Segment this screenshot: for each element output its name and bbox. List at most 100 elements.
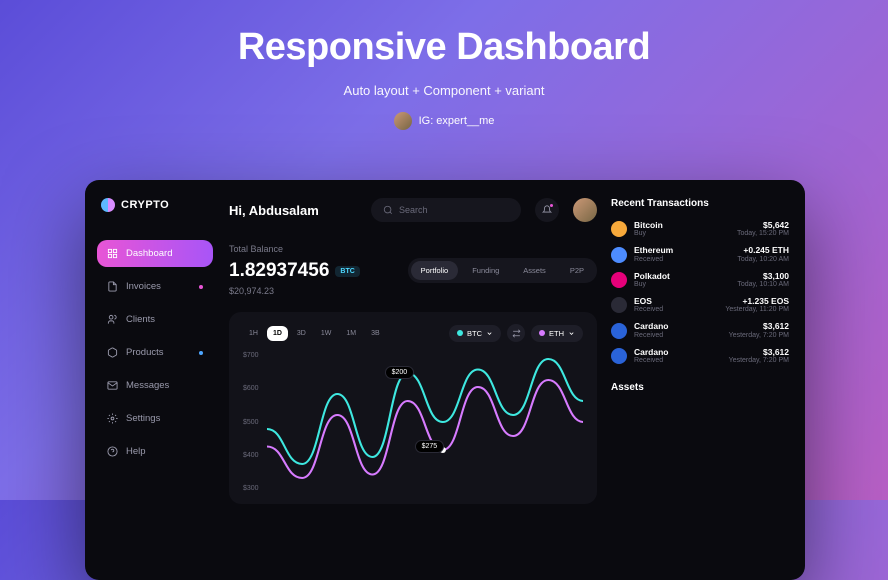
sidebar-item-label: Messages <box>126 380 169 391</box>
swap-icon <box>512 329 521 338</box>
sidebar-item-label: Invoices <box>126 281 161 292</box>
range-1w[interactable]: 1W <box>315 326 338 341</box>
tx-time: Today, 15:20 PM <box>737 230 789 237</box>
gear-icon <box>107 413 118 424</box>
balance-label: Total Balance <box>229 244 360 254</box>
tx-list: BitcoinBuy$5,642Today, 15:20 PMEthereumR… <box>611 221 789 364</box>
chart-card: 1H 1D 3D 1W 1M 3B BTC <box>229 312 597 504</box>
y-tick: $700 <box>243 352 259 359</box>
tx-sub: Received <box>634 306 718 313</box>
tx-amount: +0.245 ETH <box>737 246 789 255</box>
range-1d[interactable]: 1D <box>267 326 288 341</box>
tx-time: Yesterday, 7:20 PM <box>729 332 789 339</box>
tx-name: Cardano <box>634 348 722 357</box>
users-icon <box>107 314 118 325</box>
sidebar-item-clients[interactable]: Clients <box>97 306 213 333</box>
coin-icon <box>611 221 627 237</box>
tx-amount: +1.235 EOS <box>725 297 789 306</box>
coin-select-b[interactable]: ETH <box>531 325 583 342</box>
main: Hi, Abdusalam Search Total Balance 1.829… <box>225 180 805 580</box>
range-3b[interactable]: 3B <box>365 326 386 341</box>
logo-text: CRYPTO <box>121 199 169 211</box>
portfolio-tabs: Portfolio Funding Assets P2P <box>408 258 597 283</box>
tx-sub: Buy <box>634 230 730 237</box>
range-1h[interactable]: 1H <box>243 326 264 341</box>
sidebar-item-settings[interactable]: Settings <box>97 405 213 432</box>
tx-sub: Received <box>634 357 722 364</box>
tx-row[interactable]: EthereumReceived +0.245 ETHToday, 10:20 A… <box>611 246 789 262</box>
center-column: Hi, Abdusalam Search Total Balance 1.829… <box>229 198 597 580</box>
avatar[interactable] <box>573 198 597 222</box>
y-tick: $400 <box>243 452 259 459</box>
chart-data-label: $275 <box>415 440 445 453</box>
tx-row[interactable]: BitcoinBuy$5,642Today, 15:20 PM <box>611 221 789 237</box>
greeting: Hi, Abdusalam <box>229 203 357 218</box>
tx-amount-block: +1.235 EOSYesterday, 11:20 PM <box>725 297 789 313</box>
tx-info: EthereumReceived <box>634 246 730 262</box>
tx-amount-block: $3,612Yesterday, 7:20 PM <box>729 348 789 364</box>
chart-header: 1H 1D 3D 1W 1M 3B BTC <box>243 324 583 342</box>
tab-p2p[interactable]: P2P <box>560 261 594 280</box>
search-icon <box>383 205 393 215</box>
notification-dot-icon <box>199 285 203 289</box>
balance-row: Total Balance 1.82937456 BTC $20,974.23 … <box>229 244 597 296</box>
hero-subtitle: Auto layout + Component + variant <box>0 83 888 98</box>
author-avatar <box>394 112 412 130</box>
tab-portfolio[interactable]: Portfolio <box>411 261 459 280</box>
tx-sub: Received <box>634 256 730 263</box>
tx-row[interactable]: CardanoReceived $3,612Yesterday, 7:20 PM <box>611 322 789 338</box>
coin-dot-icon <box>457 330 463 336</box>
range-3d[interactable]: 3D <box>291 326 312 341</box>
tx-row[interactable]: CardanoReceived $3,612Yesterday, 7:20 PM <box>611 348 789 364</box>
tx-time: Today, 10:10 AM <box>737 281 789 288</box>
sidebar-item-invoices[interactable]: Invoices <box>97 273 213 300</box>
tx-row[interactable]: PolkadotBuy $3,100Today, 10:10 AM <box>611 272 789 288</box>
balance-block: Total Balance 1.82937456 BTC $20,974.23 <box>229 244 360 296</box>
tx-time: Yesterday, 7:20 PM <box>729 357 789 364</box>
sidebar-item-label: Clients <box>126 314 155 325</box>
tx-name: Bitcoin <box>634 221 730 230</box>
tx-name: EOS <box>634 297 718 306</box>
sidebar: CRYPTO Dashboard Invoices Clients Produc… <box>85 180 225 580</box>
sidebar-item-dashboard[interactable]: Dashboard <box>97 240 213 267</box>
logo[interactable]: CRYPTO <box>97 198 213 212</box>
tx-row[interactable]: EOSReceived +1.235 EOSYesterday, 11:20 PM <box>611 297 789 313</box>
coin-b-label: ETH <box>549 329 564 338</box>
sidebar-item-messages[interactable]: Messages <box>97 372 213 399</box>
chart-svg <box>267 352 583 492</box>
tx-sub: Buy <box>634 281 730 288</box>
coin-icon <box>611 297 627 313</box>
sidebar-item-label: Help <box>126 446 146 457</box>
tx-amount: $3,612 <box>729 322 789 331</box>
balance-usd: $20,974.23 <box>229 286 360 296</box>
tx-amount: $3,100 <box>737 272 789 281</box>
tx-info: CardanoReceived <box>634 348 722 364</box>
tx-name: Ethereum <box>634 246 730 255</box>
mail-icon <box>107 380 118 391</box>
topbar: Hi, Abdusalam Search <box>229 198 597 222</box>
coin-select-a[interactable]: BTC <box>449 325 501 342</box>
coin-dot-icon <box>539 330 545 336</box>
notifications-button[interactable] <box>535 198 559 222</box>
swap-button[interactable] <box>507 324 525 342</box>
y-tick: $300 <box>243 485 259 492</box>
range-1m[interactable]: 1M <box>340 326 362 341</box>
tab-assets[interactable]: Assets <box>513 261 556 280</box>
tab-funding[interactable]: Funding <box>462 261 509 280</box>
search-input[interactable]: Search <box>371 198 521 222</box>
chart-plot[interactable]: $200 $275 <box>267 352 583 492</box>
notification-dot-icon <box>199 351 203 355</box>
nav: Dashboard Invoices Clients Products Mess… <box>97 240 213 465</box>
hero-author: IG: expert__me <box>394 112 495 130</box>
hero: Responsive Dashboard Auto layout + Compo… <box>0 0 888 135</box>
coin-icon <box>611 323 627 339</box>
sidebar-item-products[interactable]: Products <box>97 339 213 366</box>
tx-info: CardanoReceived <box>634 322 722 338</box>
balance-currency-badge: BTC <box>335 266 359 277</box>
tx-time: Today, 10:20 AM <box>737 256 789 263</box>
tx-name: Polkadot <box>634 272 730 281</box>
app-window: CRYPTO Dashboard Invoices Clients Produc… <box>85 180 805 580</box>
chevron-down-icon <box>568 330 575 337</box>
balance-amount: 1.82937456 <box>229 260 329 282</box>
sidebar-item-help[interactable]: Help <box>97 438 213 465</box>
